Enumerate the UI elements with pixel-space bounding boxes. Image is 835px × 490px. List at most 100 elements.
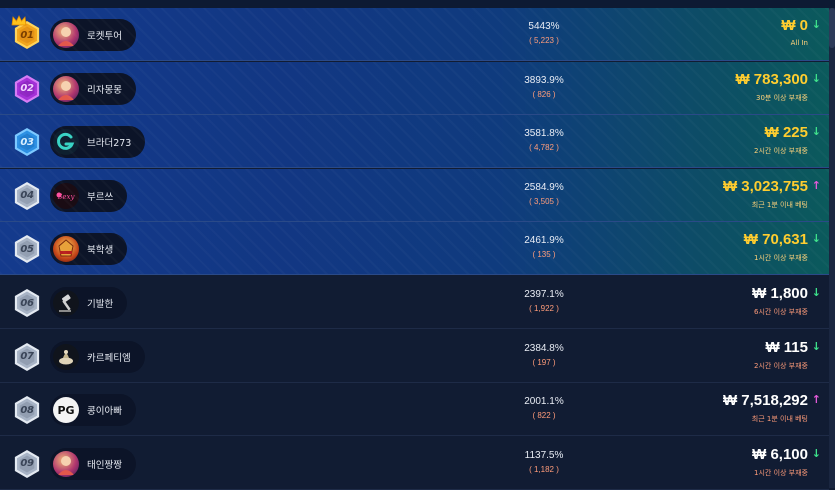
- pg-logo-icon: PG: [53, 397, 79, 424]
- g-logo-icon: [53, 129, 79, 156]
- rank-badge: 02: [12, 73, 42, 105]
- player-chip[interactable]: 로켓투어: [50, 19, 136, 51]
- top-strip: [0, 0, 835, 8]
- rank-number: 07: [20, 351, 34, 363]
- rank-number: 03: [20, 136, 34, 148]
- return-percent: 2461.9%: [524, 235, 564, 247]
- player-chip[interactable]: 브라더273: [50, 126, 146, 159]
- bet-count: ( 197 ): [532, 357, 556, 367]
- egypt-game-icon: [53, 236, 79, 263]
- bet-count: ( 135 ): [532, 250, 556, 260]
- scrollbar-thumb[interactable]: [829, 8, 835, 48]
- return-percent: 2384.8%: [524, 342, 564, 354]
- balance-amount: ₩ 225: [764, 124, 808, 142]
- return-percent: 3893.9%: [524, 74, 564, 86]
- balance-amount: ₩ 115: [765, 338, 808, 356]
- svg-text:PG: PG: [57, 404, 74, 417]
- bet-count: ( 822 ): [532, 411, 556, 421]
- rank-badge: 07: [12, 341, 42, 373]
- player-name: 브라더273: [87, 138, 132, 150]
- player-chip[interactable]: Sexy 부르쓰: [50, 179, 128, 212]
- rank-badge: 08: [12, 394, 42, 426]
- rank-number: 05: [20, 243, 34, 255]
- leaderboard-row[interactable]: 03 브라더273 3581.8% ( 4,782 ) ₩ 225 2시간 이상 부재중 ↓: [0, 115, 829, 169]
- trend-up-icon: ↑: [811, 178, 821, 192]
- bet-count: ( 826 ): [532, 89, 556, 99]
- rank-number: 08: [20, 404, 34, 416]
- trend-down-icon: ↓: [811, 71, 821, 85]
- balance-amount: ₩ 0: [781, 17, 808, 34]
- leaderboard-row[interactable]: 01 로켓투어 5443%( 5,223 ) ₩ 0 All In ↓: [0, 8, 829, 61]
- gavel-icon: [53, 290, 79, 316]
- rank-number: 02: [20, 83, 34, 95]
- crown-icon: [11, 11, 27, 26]
- leaderboard-row[interactable]: 09 태인짱짱 1137.5% ( 1,182 ) ₩ 6,100 1시간 이상 부재중 ↓: [0, 436, 829, 490]
- return-percent: 3581.8%: [524, 128, 564, 140]
- rank-number: 04: [20, 190, 34, 202]
- activity-status: All In: [790, 39, 808, 47]
- trend-down-icon: ↓: [811, 232, 821, 246]
- balance-amount: ₩ 3,023,755: [722, 177, 808, 195]
- bet-count: ( 4,782 ): [529, 143, 559, 153]
- return-percent: 5443%: [528, 21, 560, 32]
- leaderboard: 01 로켓투어 5443%( 5,223 ) ₩ 0 All In ↓ 02 리자몽몽 3893…: [0, 0, 835, 490]
- balance-amount: ₩ 783,300: [735, 70, 808, 88]
- player-chip[interactable]: 기발한: [50, 287, 128, 319]
- rank-badge: 09: [12, 448, 42, 480]
- activity-status: 2시간 이상 부재중: [754, 361, 808, 370]
- player-chip[interactable]: 카르페티엠: [50, 340, 145, 373]
- game-avatar-icon: [53, 450, 79, 477]
- balance-amount: ₩ 70,631: [743, 231, 808, 249]
- player-name: 카르페티엠: [87, 352, 131, 364]
- rank-badge: 04: [12, 180, 42, 212]
- bet-count: ( 5,223 ): [529, 36, 559, 45]
- leaderboard-row[interactable]: 06 기발한 2397.1% ( 1,922 ) ₩ 1,800 6시간 이상 부재중 ↓: [0, 276, 829, 329]
- leaderboard-row[interactable]: 08 PG 콩이아빠 2001.1% ( 822 ) ₩ 7,518,292 최근 1분 이…: [0, 383, 829, 437]
- rank-number: 06: [20, 297, 34, 309]
- trend-down-icon: ↓: [811, 125, 821, 139]
- player-name: 로켓투어: [87, 31, 122, 42]
- player-name: 콩이아빠: [87, 406, 122, 418]
- trend-down-icon: ↓: [811, 339, 821, 353]
- return-percent: 2397.1%: [524, 289, 564, 300]
- player-chip[interactable]: 북학생: [50, 233, 128, 266]
- activity-status: 1시간 이상 부재중: [754, 254, 808, 263]
- balance-amount: ₩ 7,518,292: [722, 392, 808, 410]
- player-name: 태인짱짱: [87, 459, 122, 471]
- leaderboard-row[interactable]: 05 북학생 2461.9% ( 135 ) ₩ 70,631 1시간 이상 부재중 ↓: [0, 222, 829, 276]
- activity-status: 2시간 이상 부재중: [754, 147, 808, 156]
- trend-down-icon: ↓: [811, 18, 821, 31]
- trend-down-icon: ↓: [811, 286, 821, 299]
- rank-badge: 06: [12, 287, 42, 319]
- return-percent: 2584.9%: [524, 181, 564, 193]
- activity-status: 최근 1분 이내 베팅: [751, 200, 808, 209]
- genie-lamp-icon: [53, 343, 79, 370]
- player-name: 부르쓰: [87, 191, 114, 203]
- game-avatar-icon: [53, 75, 79, 102]
- activity-status: 최근 1분 이내 베팅: [751, 415, 808, 424]
- rank-number: 09: [20, 458, 34, 470]
- sexy-logo-icon: Sexy: [53, 182, 79, 209]
- balance-amount: ₩ 6,100: [752, 445, 808, 463]
- scrollbar-track[interactable]: [829, 8, 835, 488]
- player-chip[interactable]: PG 콩이아빠: [50, 394, 136, 427]
- activity-status: 30분 이상 부재중: [756, 93, 808, 102]
- bet-count: ( 1,922 ): [529, 304, 559, 313]
- player-name: 리자몽몽: [87, 84, 122, 96]
- leaderboard-row[interactable]: 02 리자몽몽 3893.9% ( 826 ) ₩ 783,300 30분 이상 부재중 ↓: [0, 61, 829, 115]
- trend-down-icon: ↓: [811, 446, 821, 460]
- trend-up-icon: ↑: [811, 393, 821, 407]
- player-chip[interactable]: 태인짱짱: [50, 447, 136, 480]
- bet-count: ( 3,505 ): [529, 196, 559, 206]
- rank-badge: 05: [12, 233, 42, 265]
- player-name: 북학생: [87, 245, 114, 257]
- leaderboard-row[interactable]: 04 Sexy 부르쓰 2584.9% ( 3,505 ) ₩ 3,023,755 최근 1…: [0, 168, 829, 222]
- bet-count: ( 1,182 ): [529, 464, 559, 474]
- player-chip[interactable]: 리자몽몽: [50, 72, 136, 105]
- balance-amount: ₩ 1,800: [752, 285, 808, 302]
- return-percent: 1137.5%: [524, 449, 564, 461]
- activity-status: 1시간 이상 부재중: [754, 468, 808, 477]
- game-avatar-icon: [53, 22, 79, 48]
- rank-badge: 03: [12, 126, 42, 158]
- leaderboard-row[interactable]: 07 카르페티엠 2384.8% ( 197 ) ₩ 115 2시간 이상 부재중 ↓: [0, 329, 829, 383]
